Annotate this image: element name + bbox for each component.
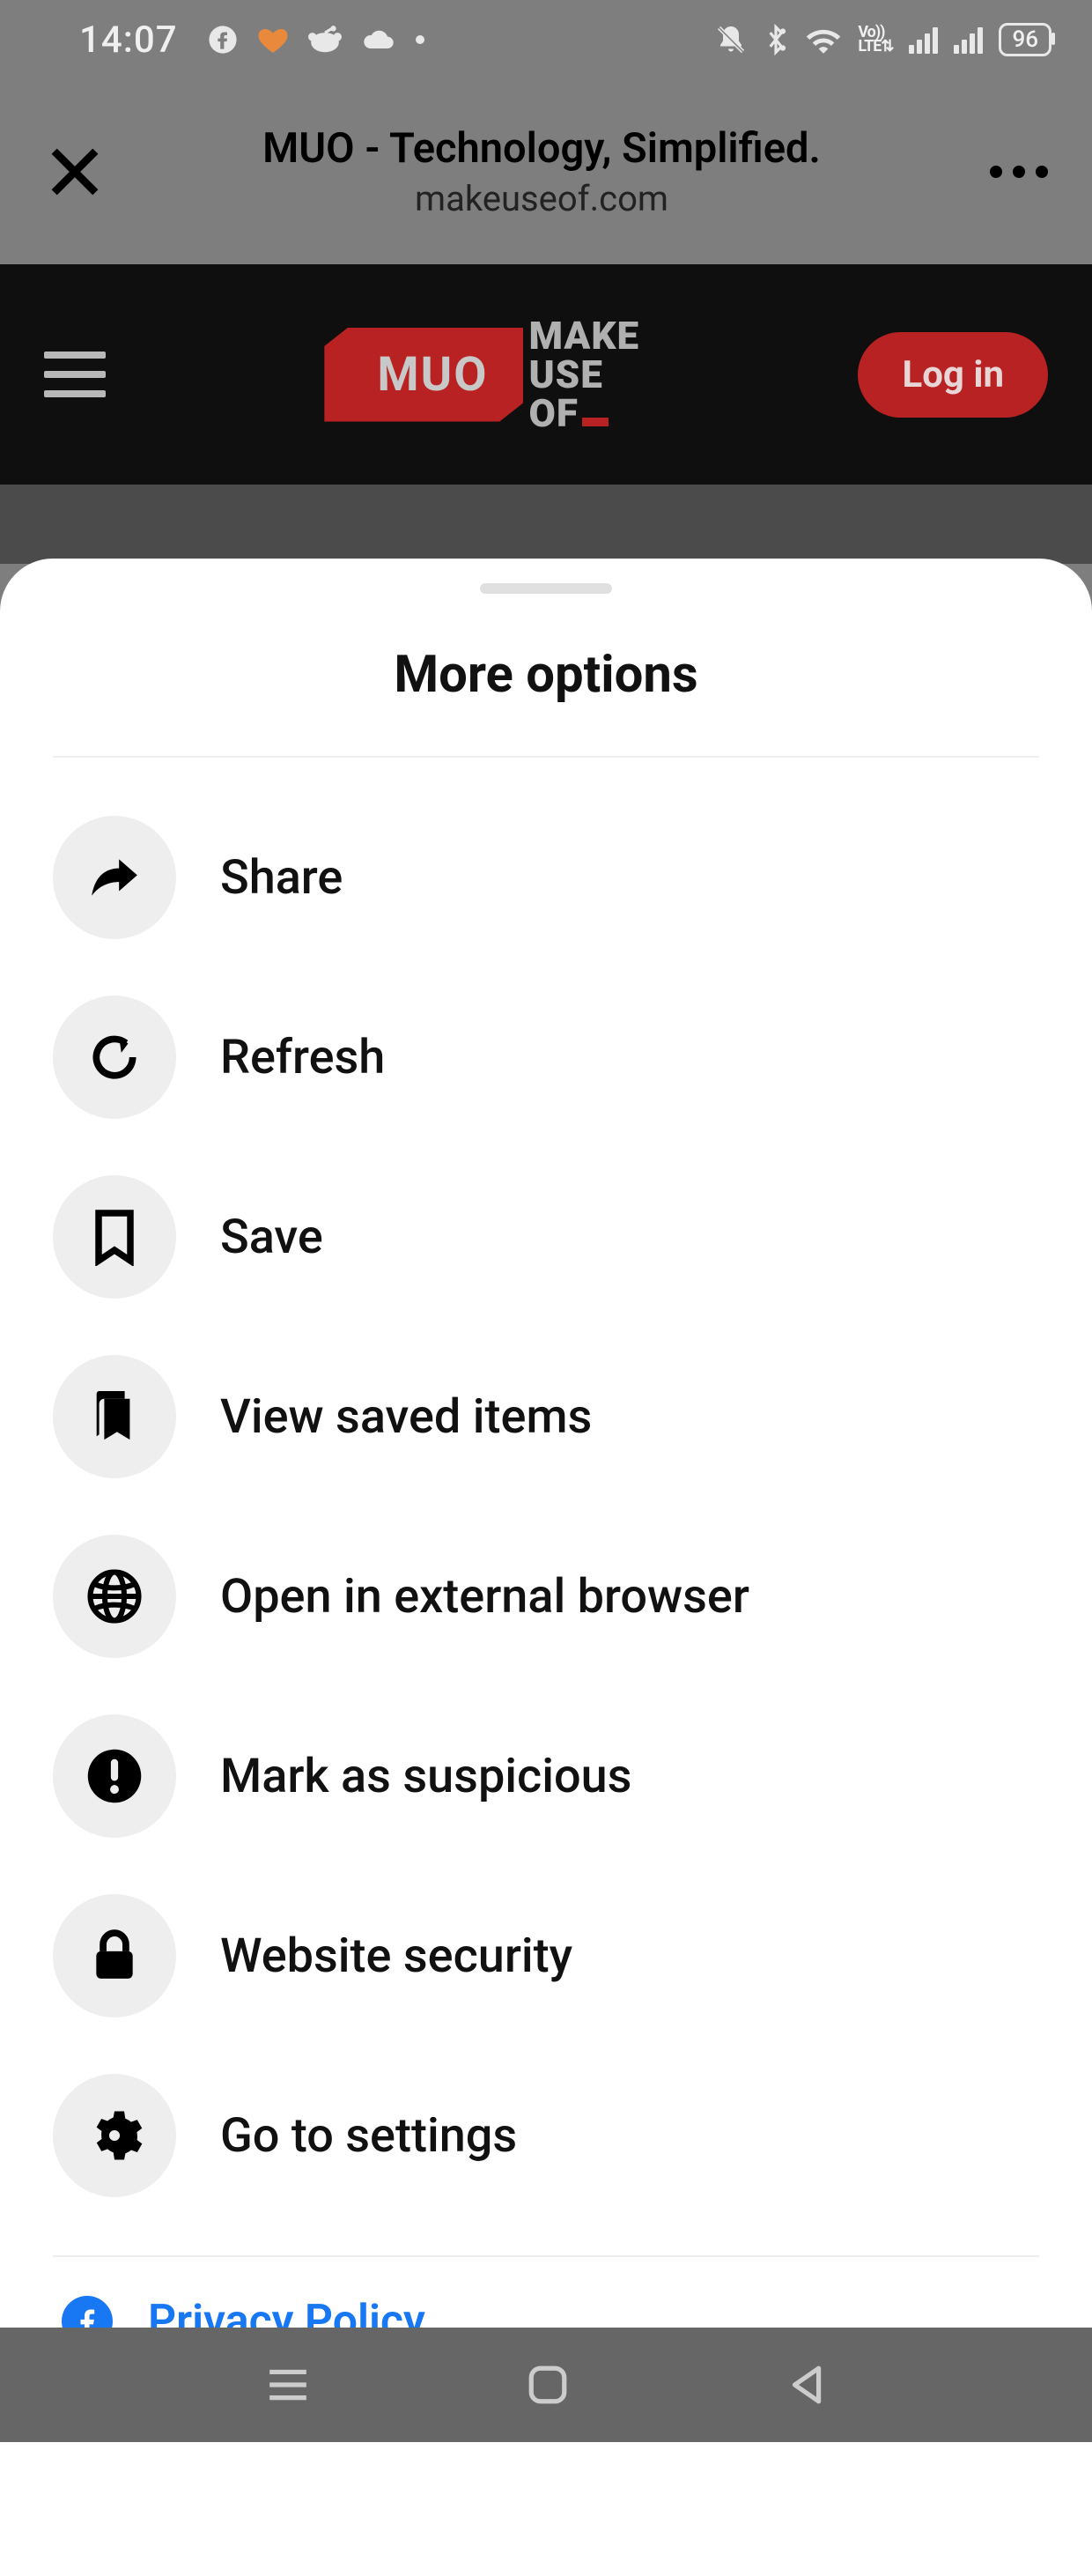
- refresh-option[interactable]: Refresh: [53, 967, 1039, 1147]
- browser-chrome: MUO - Technology, Simplified. makeuseof.…: [0, 79, 1092, 264]
- wifi-icon: [805, 25, 842, 55]
- recents-button[interactable]: [266, 2366, 310, 2403]
- option-label: Share: [220, 850, 343, 906]
- signal-1-icon: [909, 26, 938, 54]
- signal-2-icon: [954, 26, 983, 54]
- bookmark-icon: [53, 1175, 176, 1299]
- status-right: Vo))LTE⇅ 96: [715, 23, 1051, 56]
- bluetooth-icon: [763, 23, 789, 56]
- mark-suspicious-option[interactable]: Mark as suspicious: [53, 1686, 1039, 1866]
- option-label: Save: [220, 1210, 323, 1265]
- site-logo[interactable]: MUO MAKE USE OF: [106, 316, 858, 433]
- option-label: Mark as suspicious: [220, 1749, 631, 1804]
- status-left: 14:07: [79, 19, 424, 62]
- reddit-icon: [308, 25, 342, 55]
- sheet-title: More options: [0, 645, 1092, 705]
- heart-rate-icon: [257, 25, 289, 55]
- cloud-icon: [361, 27, 396, 52]
- hamburger-icon[interactable]: [44, 352, 106, 397]
- more-notif-icon: [416, 35, 424, 44]
- website-security-option[interactable]: Website security: [53, 1866, 1039, 2046]
- volte-icon: Vo))LTE⇅: [858, 26, 893, 54]
- system-nav-bar: [0, 2328, 1092, 2442]
- gear-icon: [53, 2074, 176, 2197]
- home-button[interactable]: [526, 2363, 570, 2407]
- logo-abbr: MUO: [324, 328, 523, 422]
- view-saved-option[interactable]: View saved items: [53, 1327, 1039, 1506]
- browser-title-area: MUO - Technology, Simplified. makeuseof.…: [114, 124, 969, 219]
- options-list: Share Refresh Save View saved items Open: [0, 758, 1092, 2225]
- facebook-notif-icon: [208, 25, 238, 55]
- lock-icon: [53, 1894, 176, 2017]
- option-label: Refresh: [220, 1030, 385, 1085]
- sheet-handle[interactable]: [480, 583, 612, 594]
- option-label: View saved items: [220, 1389, 592, 1445]
- alert-icon: [53, 1714, 176, 1838]
- status-bar: 14:07 Vo))LTE⇅ 96: [0, 0, 1092, 79]
- option-label: Open in external browser: [220, 1569, 749, 1625]
- status-time: 14:07: [79, 19, 178, 62]
- option-label: Go to settings: [220, 2108, 517, 2164]
- globe-icon: [53, 1535, 176, 1658]
- bookmarks-icon: [53, 1355, 176, 1478]
- options-sheet: More options Share Refresh Save View s: [0, 559, 1092, 2576]
- open-external-option[interactable]: Open in external browser: [53, 1506, 1039, 1686]
- save-option[interactable]: Save: [53, 1147, 1039, 1327]
- site-header: MUO MAKE USE OF Log in: [0, 264, 1092, 485]
- more-menu-button[interactable]: [969, 166, 1048, 178]
- logo-full: MAKE USE OF: [528, 316, 639, 433]
- overlay-dim: [0, 485, 1092, 564]
- share-option[interactable]: Share: [53, 788, 1039, 967]
- option-label: Website security: [220, 1928, 572, 1984]
- mute-icon: [715, 24, 747, 56]
- refresh-icon: [53, 996, 176, 1119]
- page-title: MUO - Technology, Simplified.: [114, 124, 969, 173]
- battery-indicator: 96: [999, 23, 1051, 56]
- share-icon: [53, 816, 176, 939]
- page-url: makeuseof.com: [114, 178, 969, 219]
- back-button[interactable]: [786, 2363, 826, 2407]
- login-button[interactable]: Log in: [858, 332, 1048, 418]
- close-button[interactable]: [44, 141, 114, 203]
- go-to-settings-option[interactable]: Go to settings: [53, 2046, 1039, 2225]
